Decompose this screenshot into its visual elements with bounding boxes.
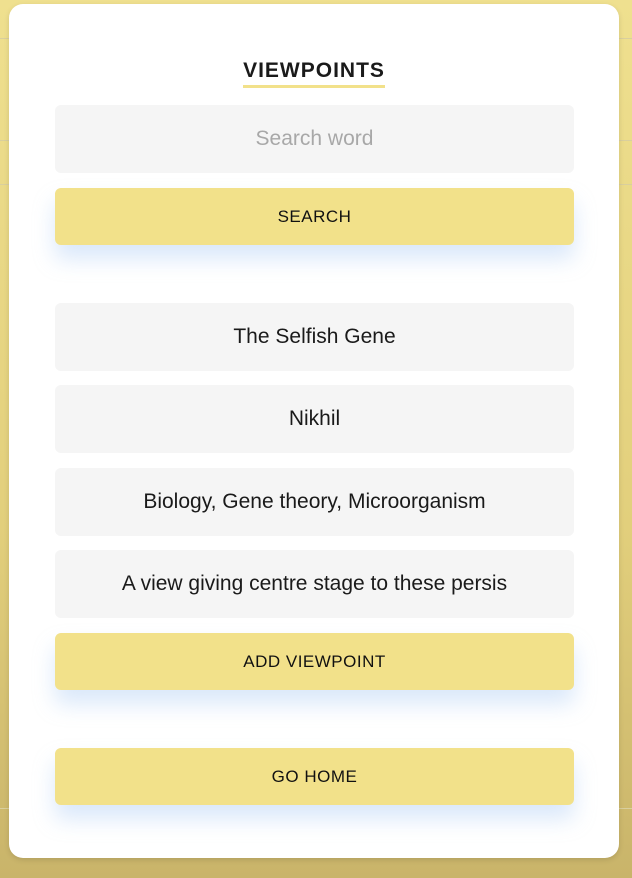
page-title: VIEWPOINTS [243,59,385,88]
search-input[interactable] [55,105,574,173]
add-viewpoint-button[interactable]: ADD VIEWPOINT [55,633,574,690]
tags-field[interactable]: Biology, Gene theory, Microorganism [55,468,574,536]
title-wrap: VIEWPOINTS [9,59,619,88]
author-field[interactable]: Nikhil [55,385,574,453]
viewpoints-modal: VIEWPOINTS SEARCH The Selfish Gene Nikhi… [9,4,619,858]
go-home-button[interactable]: GO HOME [55,748,574,805]
book-title-field[interactable]: The Selfish Gene [55,303,574,371]
viewpoint-text-field[interactable]: A view giving centre stage to these pers… [55,550,574,618]
search-button[interactable]: SEARCH [55,188,574,245]
